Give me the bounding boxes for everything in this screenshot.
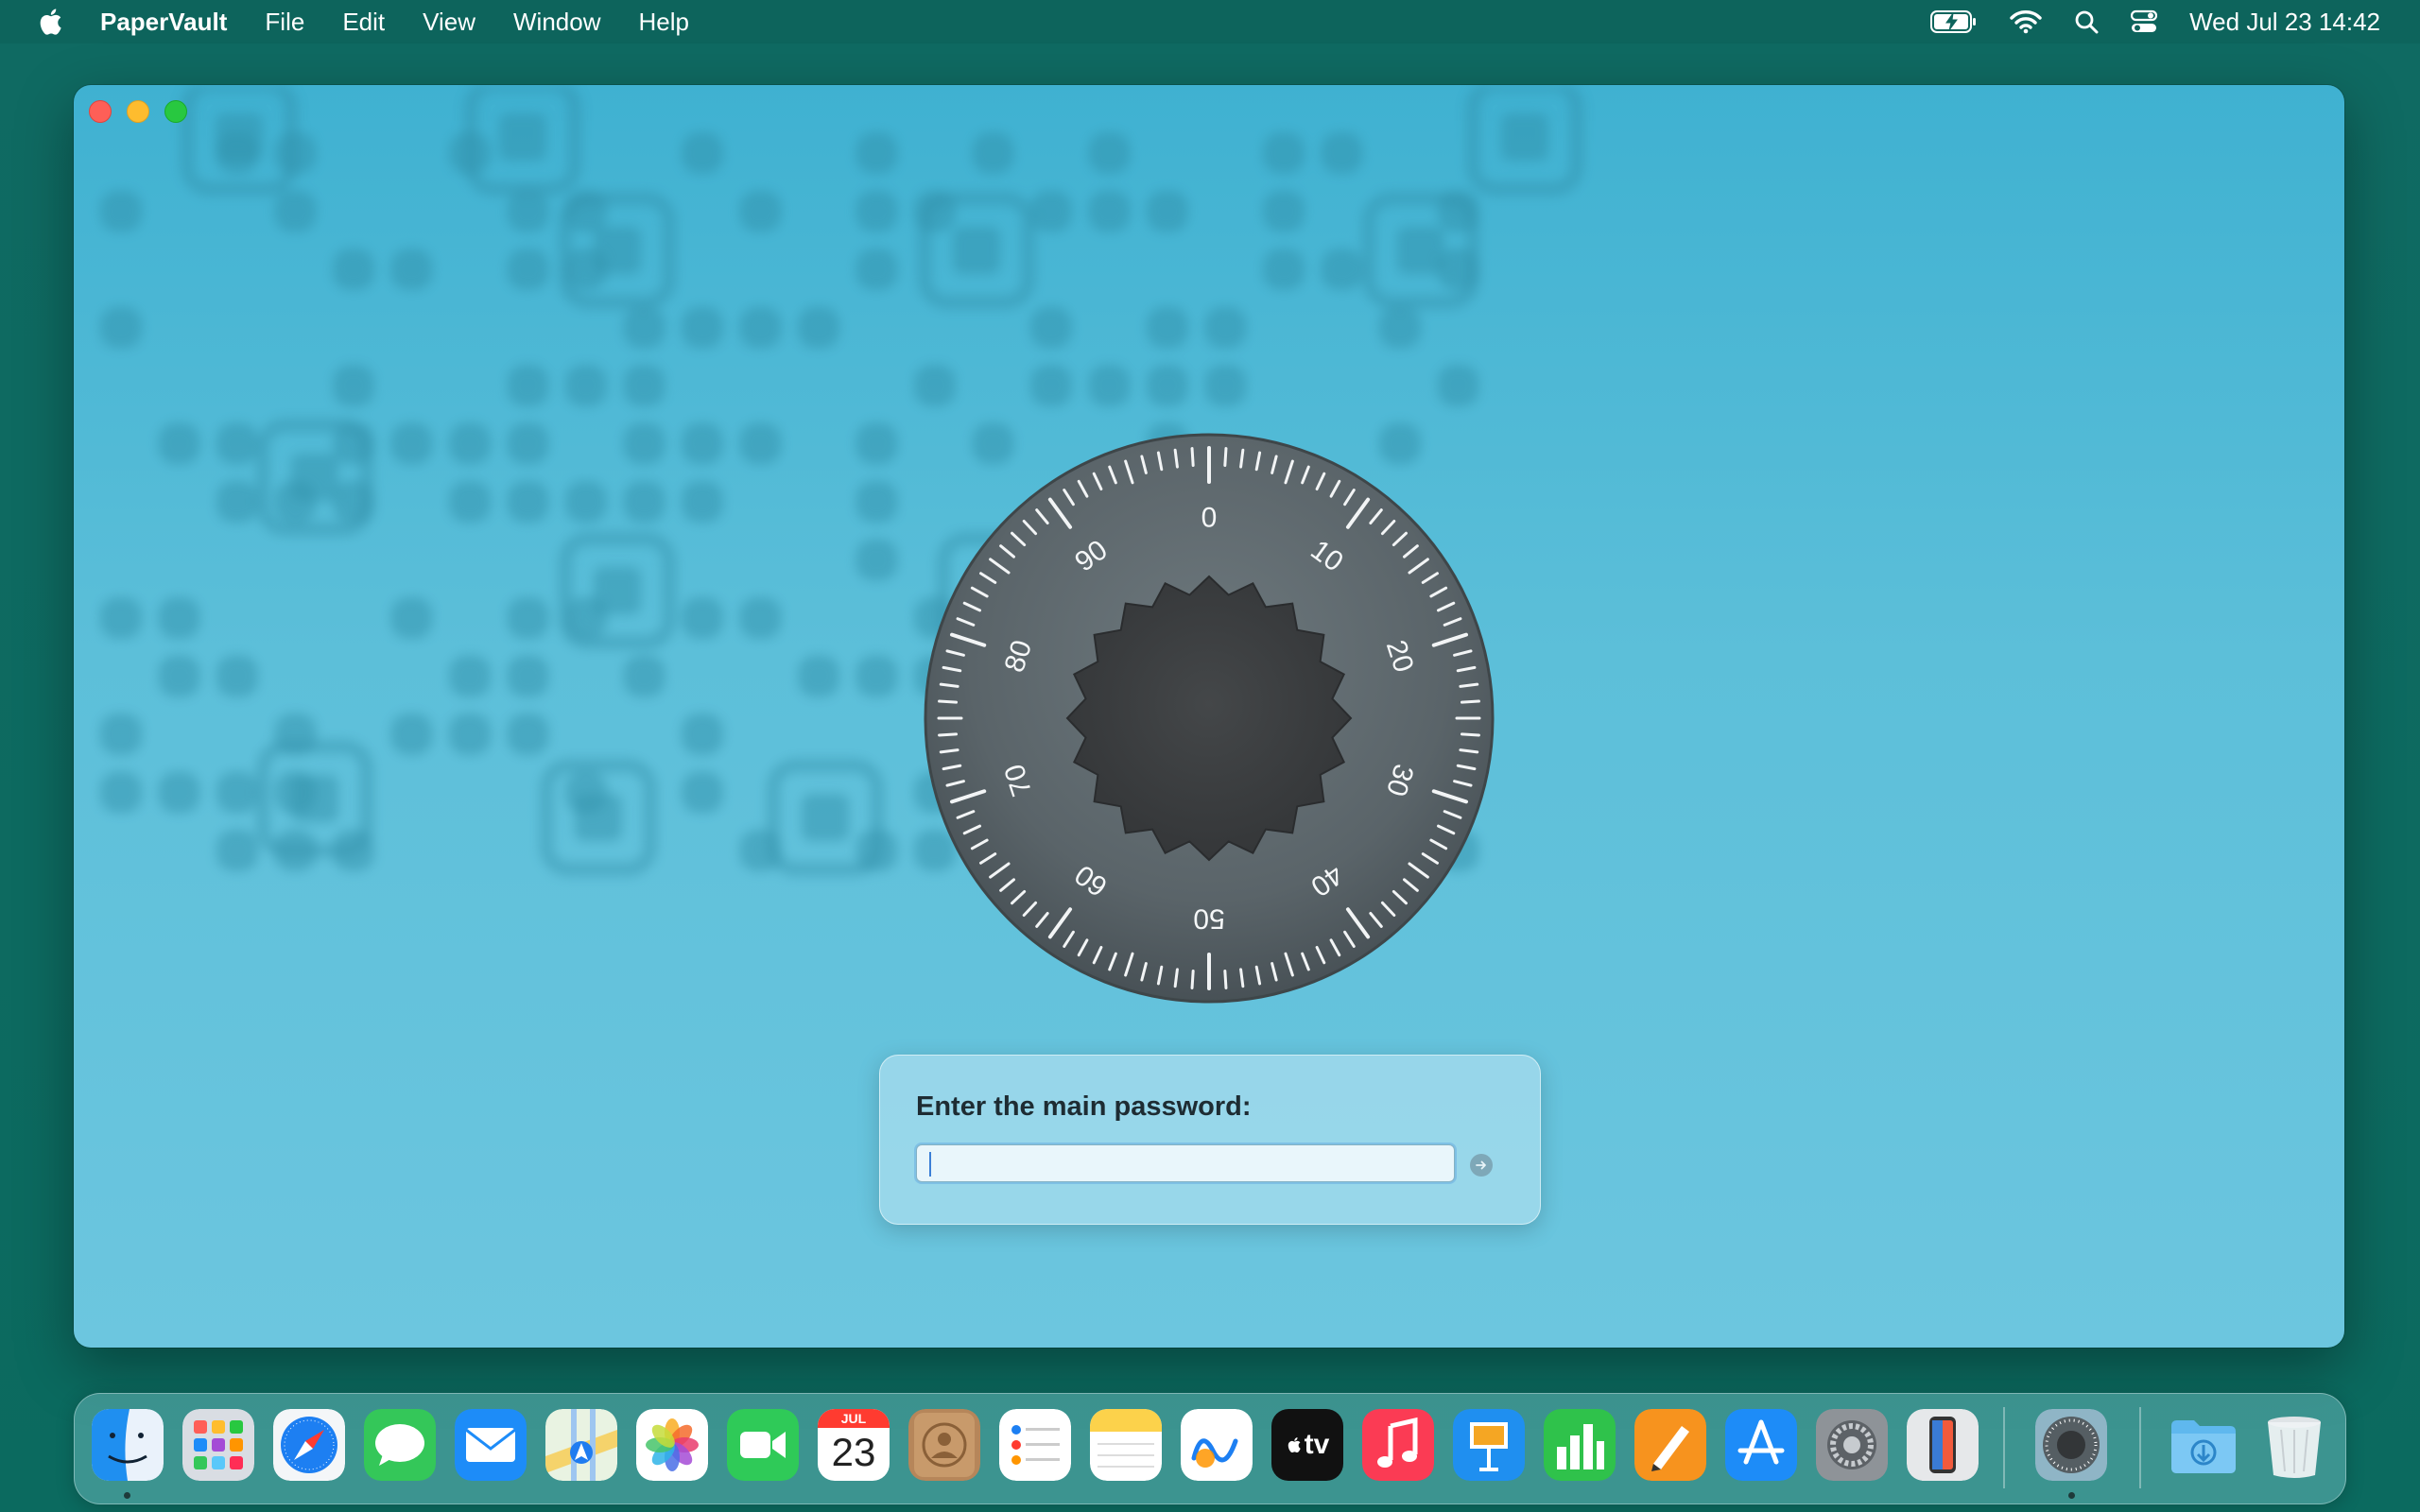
dial-tick (1223, 969, 1228, 989)
numbers-icon[interactable] (1544, 1409, 1616, 1481)
zoom-window-button[interactable] (164, 100, 187, 123)
papervault-running-indicator (2068, 1492, 2075, 1499)
dial-tick (938, 732, 959, 737)
dock: JUL 23 tv (74, 1393, 2346, 1504)
system-settings-icon[interactable] (1816, 1409, 1888, 1481)
menu-bar-clock[interactable]: Wed Jul 23 14:42 (2189, 8, 2380, 37)
app-name-menu[interactable]: PaperVault (100, 8, 227, 37)
control-center-icon[interactable] (2131, 9, 2158, 34)
combination-lock-dial: 0 10 20 30 40 50 60 70 80 90 (923, 432, 1495, 1005)
spotlight-search-icon[interactable] (2074, 9, 2099, 34)
iphone-mirroring-icon[interactable] (1907, 1409, 1979, 1481)
dock-separator (2003, 1407, 2005, 1488)
text-caret (929, 1152, 931, 1177)
app-store-icon[interactable] (1725, 1409, 1797, 1481)
close-window-button[interactable] (89, 100, 112, 123)
menu-help[interactable]: Help (639, 8, 689, 37)
password-prompt-panel: Enter the main password: (879, 1055, 1541, 1225)
apple-tv-icon[interactable]: tv (1271, 1409, 1343, 1481)
music-icon[interactable] (1362, 1409, 1434, 1481)
calendar-icon[interactable]: JUL 23 (818, 1409, 890, 1481)
password-prompt-label: Enter the main password: (916, 1091, 1252, 1122)
menu-view[interactable]: View (423, 8, 475, 37)
battery-icon[interactable] (1930, 9, 1978, 34)
keynote-icon[interactable] (1453, 1409, 1525, 1481)
launchpad-icon[interactable] (182, 1409, 254, 1481)
dock-separator (2139, 1407, 2141, 1488)
apple-menu-icon[interactable] (36, 6, 68, 38)
photos-icon[interactable] (636, 1409, 708, 1481)
pages-icon[interactable] (1634, 1409, 1706, 1481)
dial-tick (1460, 699, 1480, 704)
menu-window[interactable]: Window (513, 8, 600, 37)
finder-running-indicator (124, 1492, 130, 1499)
dial-tick (1190, 969, 1195, 989)
mail-icon[interactable] (455, 1409, 527, 1481)
dial-tick (938, 699, 959, 704)
trash-icon[interactable] (2258, 1409, 2330, 1481)
apple-tv-label: tv (1304, 1429, 1330, 1460)
finder-icon[interactable] (92, 1409, 164, 1481)
window-controls (89, 100, 187, 123)
dial-tick (1460, 732, 1480, 737)
calendar-day: 23 (831, 1430, 876, 1474)
facetime-icon[interactable] (727, 1409, 799, 1481)
safari-icon[interactable] (273, 1409, 345, 1481)
papervault-window: 0 10 20 30 40 50 60 70 80 90 Enter the main passw… (74, 85, 2344, 1348)
dial-number: 50 (1193, 903, 1224, 935)
menu-file[interactable]: File (265, 8, 304, 37)
wifi-icon[interactable] (2010, 9, 2042, 34)
notes-icon[interactable] (1090, 1409, 1162, 1481)
password-input[interactable] (914, 1143, 1457, 1184)
maps-icon[interactable] (545, 1409, 617, 1481)
downloads-folder-icon[interactable] (2168, 1409, 2239, 1481)
dial-number: 0 (1201, 503, 1218, 534)
freeform-icon[interactable] (1181, 1409, 1253, 1481)
apple-logo-icon (1288, 1437, 1301, 1453)
dial-tick (1190, 447, 1195, 468)
calendar-month: JUL (818, 1409, 890, 1428)
menu-edit[interactable]: Edit (342, 8, 385, 37)
arrow-right-icon (1476, 1160, 1486, 1170)
submit-password-button[interactable] (1470, 1154, 1493, 1177)
minimize-window-button[interactable] (127, 100, 149, 123)
messages-icon[interactable] (364, 1409, 436, 1481)
papervault-app-icon[interactable] (2035, 1409, 2107, 1481)
dial-tick (1223, 447, 1228, 468)
menu-bar: PaperVault File Edit View Window Help We… (0, 0, 2420, 43)
contacts-icon[interactable] (908, 1409, 980, 1481)
reminders-icon[interactable] (999, 1409, 1071, 1481)
